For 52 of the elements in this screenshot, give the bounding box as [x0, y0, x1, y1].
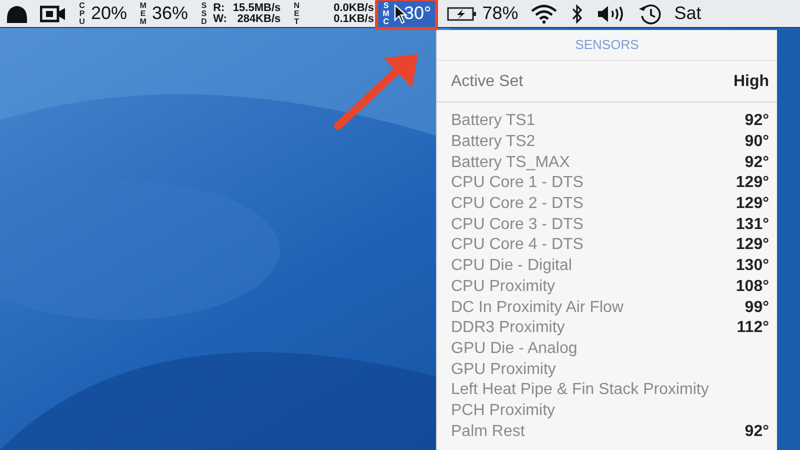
sensor-name: DC In Proximity Air Flow — [451, 298, 624, 317]
active-set-value: High — [733, 73, 769, 91]
sensor-temperature: 130° — [736, 257, 769, 276]
battery-icon[interactable] — [447, 6, 478, 22]
bluetooth-icon[interactable] — [570, 4, 584, 24]
sensor-temperature: 131° — [736, 216, 769, 234]
sensor-temperature: 92° — [744, 112, 769, 130]
sensor-name: CPU Core 2 - DTS — [451, 195, 584, 214]
sensor-temperature: 112° — [736, 319, 769, 338]
sensor-name: Battery TS2 — [451, 133, 536, 152]
dome-icon[interactable] — [6, 4, 28, 24]
day-label: Sat — [674, 3, 702, 24]
sensor-temperature: 129° — [736, 195, 769, 214]
sensor-temperature: 129° — [736, 174, 769, 192]
sensor-name: GPU Proximity — [451, 360, 556, 379]
wifi-icon[interactable] — [530, 4, 558, 24]
write-label: W: — [213, 14, 227, 24]
sensor-name: CPU Core 4 - DTS — [451, 236, 584, 254]
sensor-name: DDR3 Proximity — [451, 319, 565, 338]
sensor-name: Left Heat Pipe & Fin Stack Proximity — [451, 381, 709, 400]
read-rate: 15.5MB/s — [232, 2, 281, 14]
sensor-name: CPU Die - Digital — [451, 257, 572, 276]
video-camera-icon[interactable] — [40, 4, 66, 22]
write-rate: 284KB/s — [236, 14, 281, 24]
sensor-name: CPU Core 3 - DTS — [451, 216, 584, 234]
sensor-name: GPU Die - Analog — [451, 340, 578, 358]
sensors-menu-item[interactable]: SMC 30° — [378, 0, 436, 26]
sensor-temperature: 90° — [744, 133, 769, 152]
memory-usage: 36% — [152, 3, 188, 24]
read-label: R: — [213, 2, 226, 14]
memory-label: MEM — [139, 2, 148, 26]
upload-rate: 0.1KB/s — [334, 14, 374, 24]
sensor-temperature: 92° — [744, 422, 769, 441]
cpu-usage: 20% — [91, 3, 128, 24]
sensor-temperature: 92° — [744, 154, 769, 172]
disk-label: SSD — [200, 2, 208, 26]
sensor-name: CPU Proximity — [451, 278, 556, 296]
sensor-name: Palm Rest — [451, 422, 525, 441]
sensor-name: PCH Proximity — [451, 402, 556, 420]
sensor-name: CPU Core 1 - DTS — [451, 174, 584, 192]
battery-percentage: 78% — [482, 3, 518, 24]
network-label: NET — [292, 2, 301, 26]
clock-history-icon[interactable] — [638, 2, 662, 26]
active-set-label: Active Set — [451, 73, 524, 91]
sensor-name: Battery TS1 — [451, 112, 536, 130]
sensor-name: Battery TS_MAX — [451, 154, 570, 172]
menu-title: SENSORS — [437, 30, 777, 61]
sensor-temperature: 99° — [744, 298, 769, 317]
sensor-temperature: 108° — [736, 278, 769, 296]
download-rate: 0.0KB/s — [334, 2, 374, 14]
cpu-label: CPU — [78, 2, 86, 26]
sensor-temperature: 129° — [736, 236, 769, 254]
